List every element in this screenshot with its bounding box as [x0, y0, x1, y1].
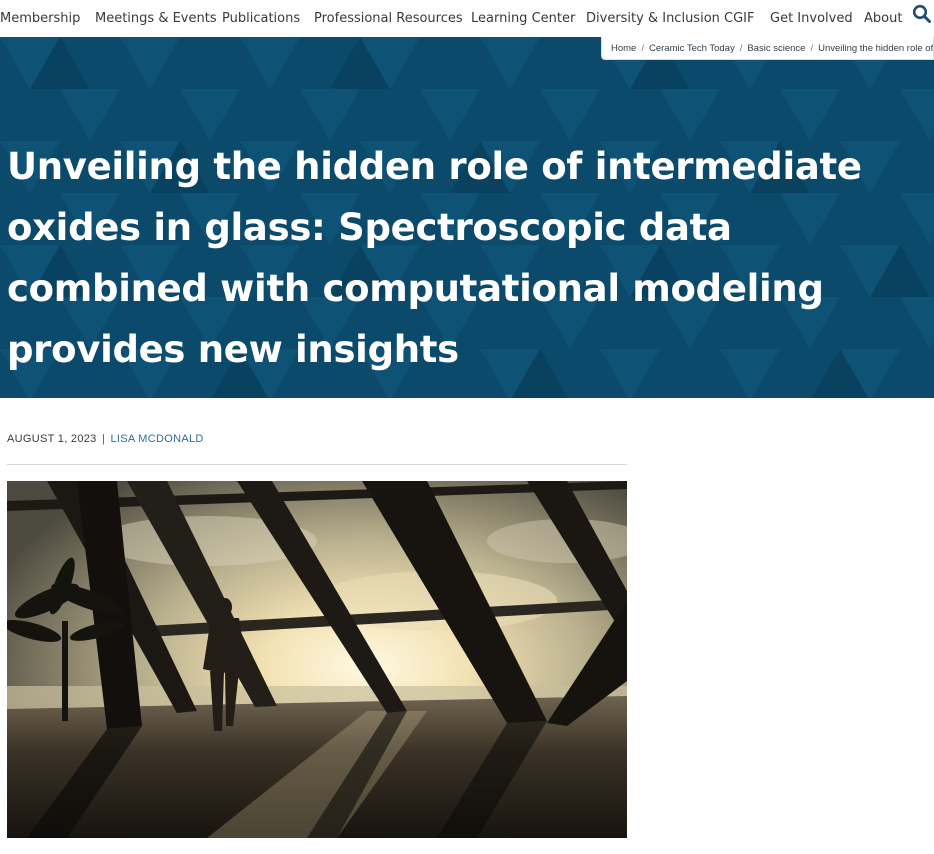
breadcrumb-home[interactable]: Home [611, 43, 636, 54]
nav-item-about[interactable]: About [864, 11, 902, 26]
article-title-line: oxides in glass: Spectroscopic data [7, 206, 732, 249]
breadcrumb-separator: / [641, 42, 644, 54]
article-title-line: provides new insights [7, 328, 459, 371]
author-link[interactable]: LISA MCDONALD [111, 433, 204, 445]
article-title-line: combined with computational modeling [7, 267, 824, 310]
breadcrumb-current-page: Unveiling the hidden role of in [818, 42, 934, 54]
top-navigation: Membership Meetings & Events Publication… [0, 0, 934, 37]
article-meta: AUGUST 1, 2023 | LISA MCDONALD [7, 433, 204, 445]
meta-separator: | [101, 433, 106, 445]
nav-item-learning-center[interactable]: Learning Center [471, 11, 575, 26]
nav-item-publications[interactable]: Publications [222, 11, 300, 26]
article-title: Unveiling the hidden role of intermediat… [7, 136, 927, 380]
featured-image [7, 481, 627, 838]
nav-item-get-involved[interactable]: Get Involved [770, 11, 853, 26]
breadcrumb-separator: / [810, 42, 814, 54]
hero-banner: Home / Ceramic Tech Today / Basic scienc… [0, 37, 934, 398]
nav-item-membership[interactable]: Membership [0, 11, 80, 26]
breadcrumb-ceramic-tech-today[interactable]: Ceramic Tech Today [649, 43, 735, 54]
breadcrumb-separator: / [739, 42, 743, 54]
nav-item-diversity-inclusion[interactable]: Diversity & Inclusion [586, 11, 720, 26]
nav-item-meetings-events[interactable]: Meetings & Events [95, 11, 217, 26]
breadcrumb: Home / Ceramic Tech Today / Basic scienc… [601, 37, 934, 60]
nav-item-professional-resources[interactable]: Professional Resources [314, 11, 463, 26]
article-title-line: Unveiling the hidden role of intermediat… [7, 145, 862, 188]
breadcrumb-basic-science[interactable]: Basic science [747, 43, 805, 54]
publish-date: AUGUST 1, 2023 [7, 433, 97, 445]
meta-divider [7, 464, 627, 465]
search-icon[interactable] [911, 3, 933, 25]
nav-item-cgif[interactable]: CGIF [724, 11, 754, 26]
